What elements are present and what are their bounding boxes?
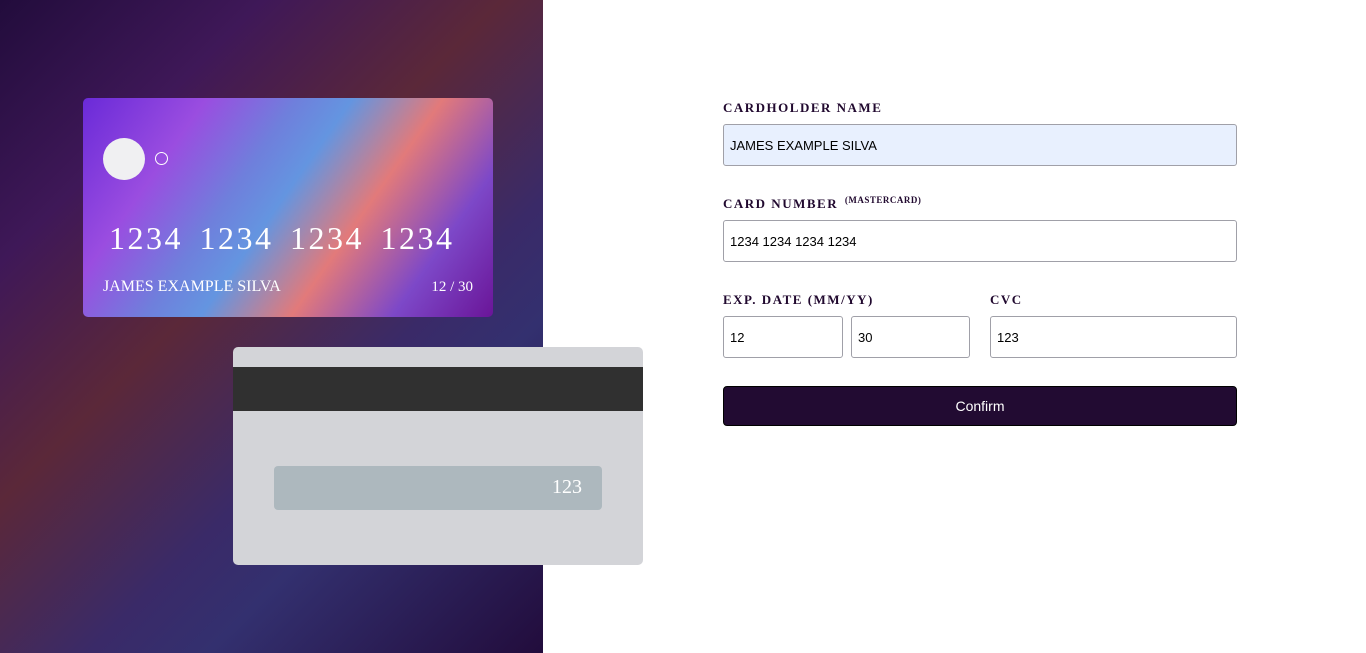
- card-number-label: CARD NUMBER (MASTERCARD): [723, 195, 922, 212]
- cvc-input[interactable]: [990, 316, 1237, 358]
- cvc-display: 123: [552, 476, 582, 498]
- cardholder-name-label: CARDHOLDER NAME: [723, 100, 882, 116]
- card-logo-circle-large: [103, 138, 145, 180]
- card-logo-circle-small: [155, 152, 168, 165]
- cardholder-name-input[interactable]: [723, 124, 1237, 166]
- card-number-input[interactable]: [723, 220, 1237, 262]
- exp-year-input[interactable]: [851, 316, 970, 358]
- cvc-label-text: CVC: [990, 292, 1023, 307]
- signature-strip: 123: [274, 466, 602, 510]
- card-preview-panel: 1234 1234 1234 1234 JAMES EXAMPLE SILVA …: [0, 0, 643, 653]
- card-front: 1234 1234 1234 1234 JAMES EXAMPLE SILVA …: [83, 98, 493, 317]
- page: 1234 1234 1234 1234 JAMES EXAMPLE SILVA …: [0, 0, 1366, 653]
- card-number-display: 1234 1234 1234 1234: [109, 220, 455, 256]
- exp-month-input[interactable]: [723, 316, 843, 358]
- magnetic-stripe: [233, 367, 643, 411]
- expiry-date-display: 12 / 30: [431, 279, 473, 295]
- cvc-label: CVC: [990, 292, 1023, 308]
- exp-date-label: EXP. DATE (MM/YY): [723, 292, 874, 308]
- cardholder-name-display: JAMES EXAMPLE SILVA: [103, 278, 281, 295]
- exp-date-label-text: EXP. DATE (MM/YY): [723, 292, 874, 307]
- cardholder-name-label-text: CARDHOLDER NAME: [723, 100, 883, 115]
- card-number-label-text: CARD NUMBER: [723, 196, 839, 211]
- card-back: 123: [233, 347, 643, 565]
- card-brand-note: (MASTERCARD): [844, 195, 922, 205]
- confirm-button[interactable]: Confirm: [723, 386, 1237, 426]
